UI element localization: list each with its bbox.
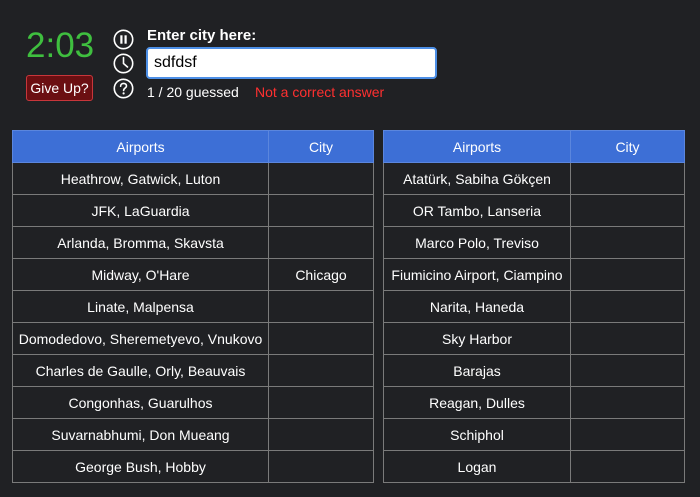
- city-cell: [570, 450, 685, 483]
- city-cell: [570, 194, 685, 227]
- city-cell: [268, 450, 374, 483]
- pause-icon[interactable]: [113, 29, 134, 50]
- table-row: Narita, Haneda: [383, 290, 685, 323]
- table-row: Logan: [383, 450, 685, 483]
- city-cell: [570, 290, 685, 323]
- city-cell: [570, 322, 685, 355]
- table-row: Midway, O'Hare Chicago: [12, 258, 374, 291]
- airports-cell: Marco Polo, Treviso: [383, 226, 571, 259]
- table-row: Congonhas, Guarulhos: [12, 386, 374, 419]
- airports-cell: Schiphol: [383, 418, 571, 451]
- airports-cell: Atatürk, Sabiha Gökçen: [383, 162, 571, 195]
- table-row: Suvarnabhumi, Don Mueang: [12, 418, 374, 451]
- city-cell: [268, 418, 374, 451]
- table-row: OR Tambo, Lanseria: [383, 194, 685, 227]
- table-row: Marco Polo, Treviso: [383, 226, 685, 259]
- city-cell: [570, 386, 685, 419]
- table-row: Atatürk, Sabiha Gökçen: [383, 162, 685, 195]
- city-cell: [570, 226, 685, 259]
- city-cell: [268, 386, 374, 419]
- table-row: Fiumicino Airport, Ciampino: [383, 258, 685, 291]
- city-answer-input[interactable]: [146, 47, 437, 79]
- table-row: Charles de Gaulle, Orly, Beauvais: [12, 354, 374, 387]
- city-cell: [268, 226, 374, 259]
- table-header-row: Airports City: [12, 130, 374, 163]
- table-row: Domodedovo, Sheremetyevo, Vnukovo: [12, 322, 374, 355]
- countdown-timer: 2:03: [26, 26, 95, 65]
- city-column-header: City: [570, 130, 685, 163]
- table-row: Barajas: [383, 354, 685, 387]
- airports-table-left: Airports City Heathrow, Gatwick, Luton JF…: [12, 130, 374, 483]
- table-row: Reagan, Dulles: [383, 386, 685, 419]
- table-row: Linate, Malpensa: [12, 290, 374, 323]
- guess-progress: 1 / 20 guessed: [147, 84, 239, 100]
- airports-cell: Linate, Malpensa: [12, 290, 269, 323]
- airports-column-header: Airports: [383, 130, 571, 163]
- airports-cell: Suvarnabhumi, Don Mueang: [12, 418, 269, 451]
- give-up-button[interactable]: Give Up?: [26, 75, 93, 101]
- city-cell: [268, 162, 374, 195]
- answer-feedback: Not a correct answer: [255, 84, 385, 100]
- table-header-row: Airports City: [383, 130, 685, 163]
- city-cell: [268, 354, 374, 387]
- table-row: George Bush, Hobby: [12, 450, 374, 483]
- help-icon[interactable]: [113, 78, 134, 99]
- airports-cell: Domodedovo, Sheremetyevo, Vnukovo: [12, 322, 269, 355]
- table-row: Arlanda, Bromma, Skavsta: [12, 226, 374, 259]
- city-column-header: City: [268, 130, 374, 163]
- city-cell: [570, 162, 685, 195]
- airports-cell: Congonhas, Guarulhos: [12, 386, 269, 419]
- table-row: JFK, LaGuardia: [12, 194, 374, 227]
- quiz-page: 2:03 Give Up? Enter city here: 1 / 20 gu…: [0, 0, 700, 497]
- city-cell: [570, 354, 685, 387]
- airports-cell: JFK, LaGuardia: [12, 194, 269, 227]
- airports-cell: George Bush, Hobby: [12, 450, 269, 483]
- airports-table-right: Airports City Atatürk, Sabiha Gökçen OR T…: [383, 130, 685, 483]
- table-row: Schiphol: [383, 418, 685, 451]
- airports-cell: Heathrow, Gatwick, Luton: [12, 162, 269, 195]
- city-cell: [268, 322, 374, 355]
- city-cell: [268, 194, 374, 227]
- city-cell: [268, 290, 374, 323]
- airports-cell: Sky Harbor: [383, 322, 571, 355]
- airports-cell: Arlanda, Bromma, Skavsta: [12, 226, 269, 259]
- table-row: Sky Harbor: [383, 322, 685, 355]
- table-row: Heathrow, Gatwick, Luton: [12, 162, 374, 195]
- airports-cell: Barajas: [383, 354, 571, 387]
- airports-cell: Charles de Gaulle, Orly, Beauvais: [12, 354, 269, 387]
- airports-cell: Fiumicino Airport, Ciampino: [383, 258, 571, 291]
- city-cell: [570, 258, 685, 291]
- airports-cell: Logan: [383, 450, 571, 483]
- airports-cell: Reagan, Dulles: [383, 386, 571, 419]
- airports-cell: Narita, Haneda: [383, 290, 571, 323]
- clock-icon[interactable]: [113, 53, 134, 74]
- airports-cell: OR Tambo, Lanseria: [383, 194, 571, 227]
- city-cell: Chicago: [268, 258, 374, 291]
- airports-cell: Midway, O'Hare: [12, 258, 269, 291]
- airports-column-header: Airports: [12, 130, 269, 163]
- city-cell: [570, 418, 685, 451]
- input-prompt-label: Enter city here:: [147, 27, 257, 44]
